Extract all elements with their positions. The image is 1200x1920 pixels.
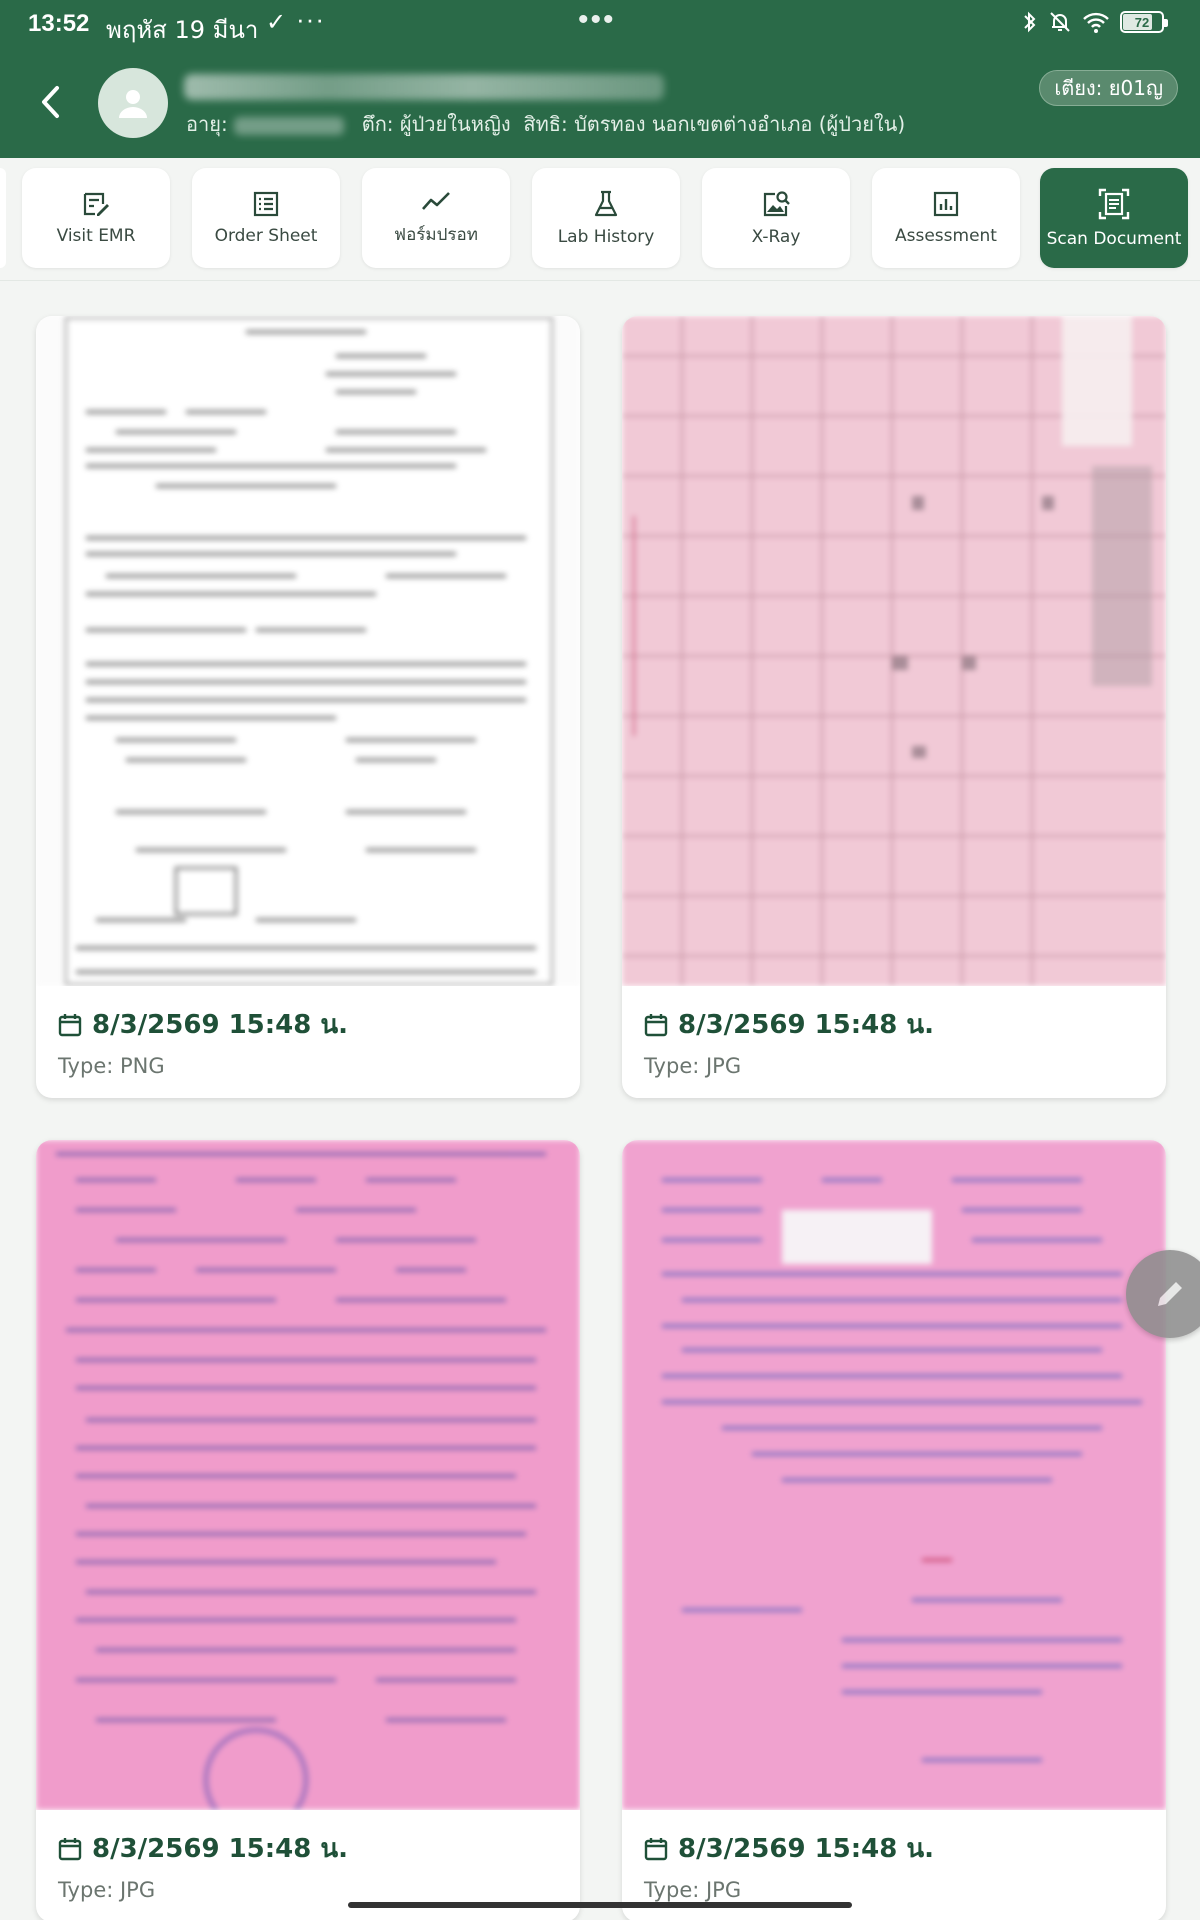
calendar-icon — [58, 1837, 82, 1860]
calendar-icon — [644, 1837, 668, 1860]
wifi-icon — [1083, 12, 1109, 33]
document-type: Type: JPG — [644, 1878, 742, 1902]
tab-label: X-Ray — [751, 227, 801, 247]
system-icons: 72 — [1022, 10, 1168, 34]
document-thumbnail — [36, 1140, 580, 1810]
calendar-icon — [644, 1013, 668, 1036]
pencil-icon — [1158, 1282, 1182, 1306]
document-date-text: 8/3/2569 15:48 น. — [92, 1834, 349, 1864]
status-date: พฤหัส 19 มีนา — [106, 16, 259, 44]
battery-level: 72 — [1134, 14, 1150, 30]
tab-order-sheet[interactable]: Order Sheet — [192, 168, 340, 268]
tab-label: Visit EMR — [56, 226, 136, 246]
age-redacted — [233, 116, 344, 135]
rights-label: สิทธิ: บัตรทอง นอกเขตต่างอำเภอ (ผู้ป่วยใ… — [523, 112, 906, 136]
document-type: Type: JPG — [58, 1878, 156, 1902]
document-card[interactable]: 8/3/2569 15:48 น. Type: JPG — [622, 316, 1166, 1098]
tab-label: Order Sheet — [214, 226, 318, 246]
tab-label: Assessment — [895, 226, 997, 246]
document-date-text: 8/3/2569 15:48 น. — [678, 1834, 935, 1864]
status-bar: 13:52 พฤหัส 19 มีนา ✓ ··· ••• 72 — [0, 0, 1200, 46]
tab-visit-emr[interactable]: Visit EMR — [22, 168, 170, 268]
tab-label: Lab History — [557, 227, 655, 247]
document-date-text: 8/3/2569 15:48 น. — [92, 1010, 349, 1040]
tab-scroll-edge — [0, 168, 6, 268]
flask-icon — [594, 190, 618, 217]
patient-name-redacted — [184, 74, 664, 100]
document-type: Type: PNG — [58, 1054, 165, 1078]
edit-note-icon — [83, 192, 109, 216]
tab-label: ฟอร์มปรอท — [394, 224, 478, 245]
document-date: 8/3/2569 15:48 น. — [644, 1004, 934, 1045]
tab-lab-history[interactable]: Lab History — [532, 168, 680, 268]
document-type: Type: JPG — [644, 1054, 742, 1078]
calendar-icon — [58, 1013, 82, 1036]
avatar — [98, 68, 168, 138]
document-card[interactable]: 8/3/2569 15:48 น. Type: PNG — [36, 316, 580, 1098]
bed-badge: เตียง: ย01ญ — [1039, 70, 1178, 106]
home-indicator[interactable] — [348, 1902, 852, 1908]
document-date: 8/3/2569 15:48 น. — [58, 1004, 348, 1045]
multitask-handle-icon[interactable]: ••• — [578, 3, 616, 37]
tab-bar: Visit EMR Order Sheet ฟอร์มปรอท Lab Hist… — [0, 158, 1200, 280]
patient-info: อายุ: ตึก: ผู้ป่วยในหญิง สิทธิ: บัตรทอง น… — [186, 108, 905, 140]
bell-off-icon — [1050, 12, 1070, 32]
check-icon: ✓ — [266, 9, 287, 36]
status-time: 13:52 — [28, 10, 90, 37]
person-icon — [119, 90, 147, 118]
ward-label: ตึก: ผู้ป่วยในหญิง — [361, 112, 511, 136]
age-label: อายุ: — [186, 112, 228, 136]
document-date-text: 8/3/2569 15:48 น. — [678, 1010, 935, 1040]
divider — [0, 280, 1200, 281]
document-thumbnail — [622, 1140, 1166, 1810]
tab-temperature-form[interactable]: ฟอร์มปรอท — [362, 168, 510, 268]
app-header: 13:52 พฤหัส 19 มีนา ✓ ··· ••• 72 อายุ: ตึ… — [0, 0, 1200, 158]
document-scan-icon — [1098, 188, 1130, 220]
document-card[interactable]: 8/3/2569 15:48 น. Type: JPG — [622, 1140, 1166, 1920]
tab-x-ray[interactable]: X-Ray — [702, 168, 850, 268]
document-date: 8/3/2569 15:48 น. — [644, 1828, 934, 1869]
bluetooth-icon — [1024, 11, 1036, 33]
back-button[interactable] — [30, 80, 70, 124]
tab-label: Scan Document — [1046, 229, 1182, 249]
document-thumbnail — [36, 316, 580, 986]
tab-scan-document[interactable]: Scan Document — [1040, 168, 1188, 268]
battery-icon: 72 — [1120, 11, 1168, 33]
trend-line-icon — [422, 191, 450, 210]
tab-assessment[interactable]: Assessment — [872, 168, 1020, 268]
image-search-icon — [763, 191, 790, 217]
document-thumbnail — [622, 316, 1166, 986]
bar-chart-icon — [933, 191, 959, 217]
list-icon — [253, 191, 279, 217]
chevron-left-icon — [42, 86, 59, 118]
document-date: 8/3/2569 15:48 น. — [58, 1828, 348, 1869]
document-card[interactable]: 8/3/2569 15:48 น. Type: JPG — [36, 1140, 580, 1920]
more-notifications-icon: ··· — [296, 4, 325, 34]
